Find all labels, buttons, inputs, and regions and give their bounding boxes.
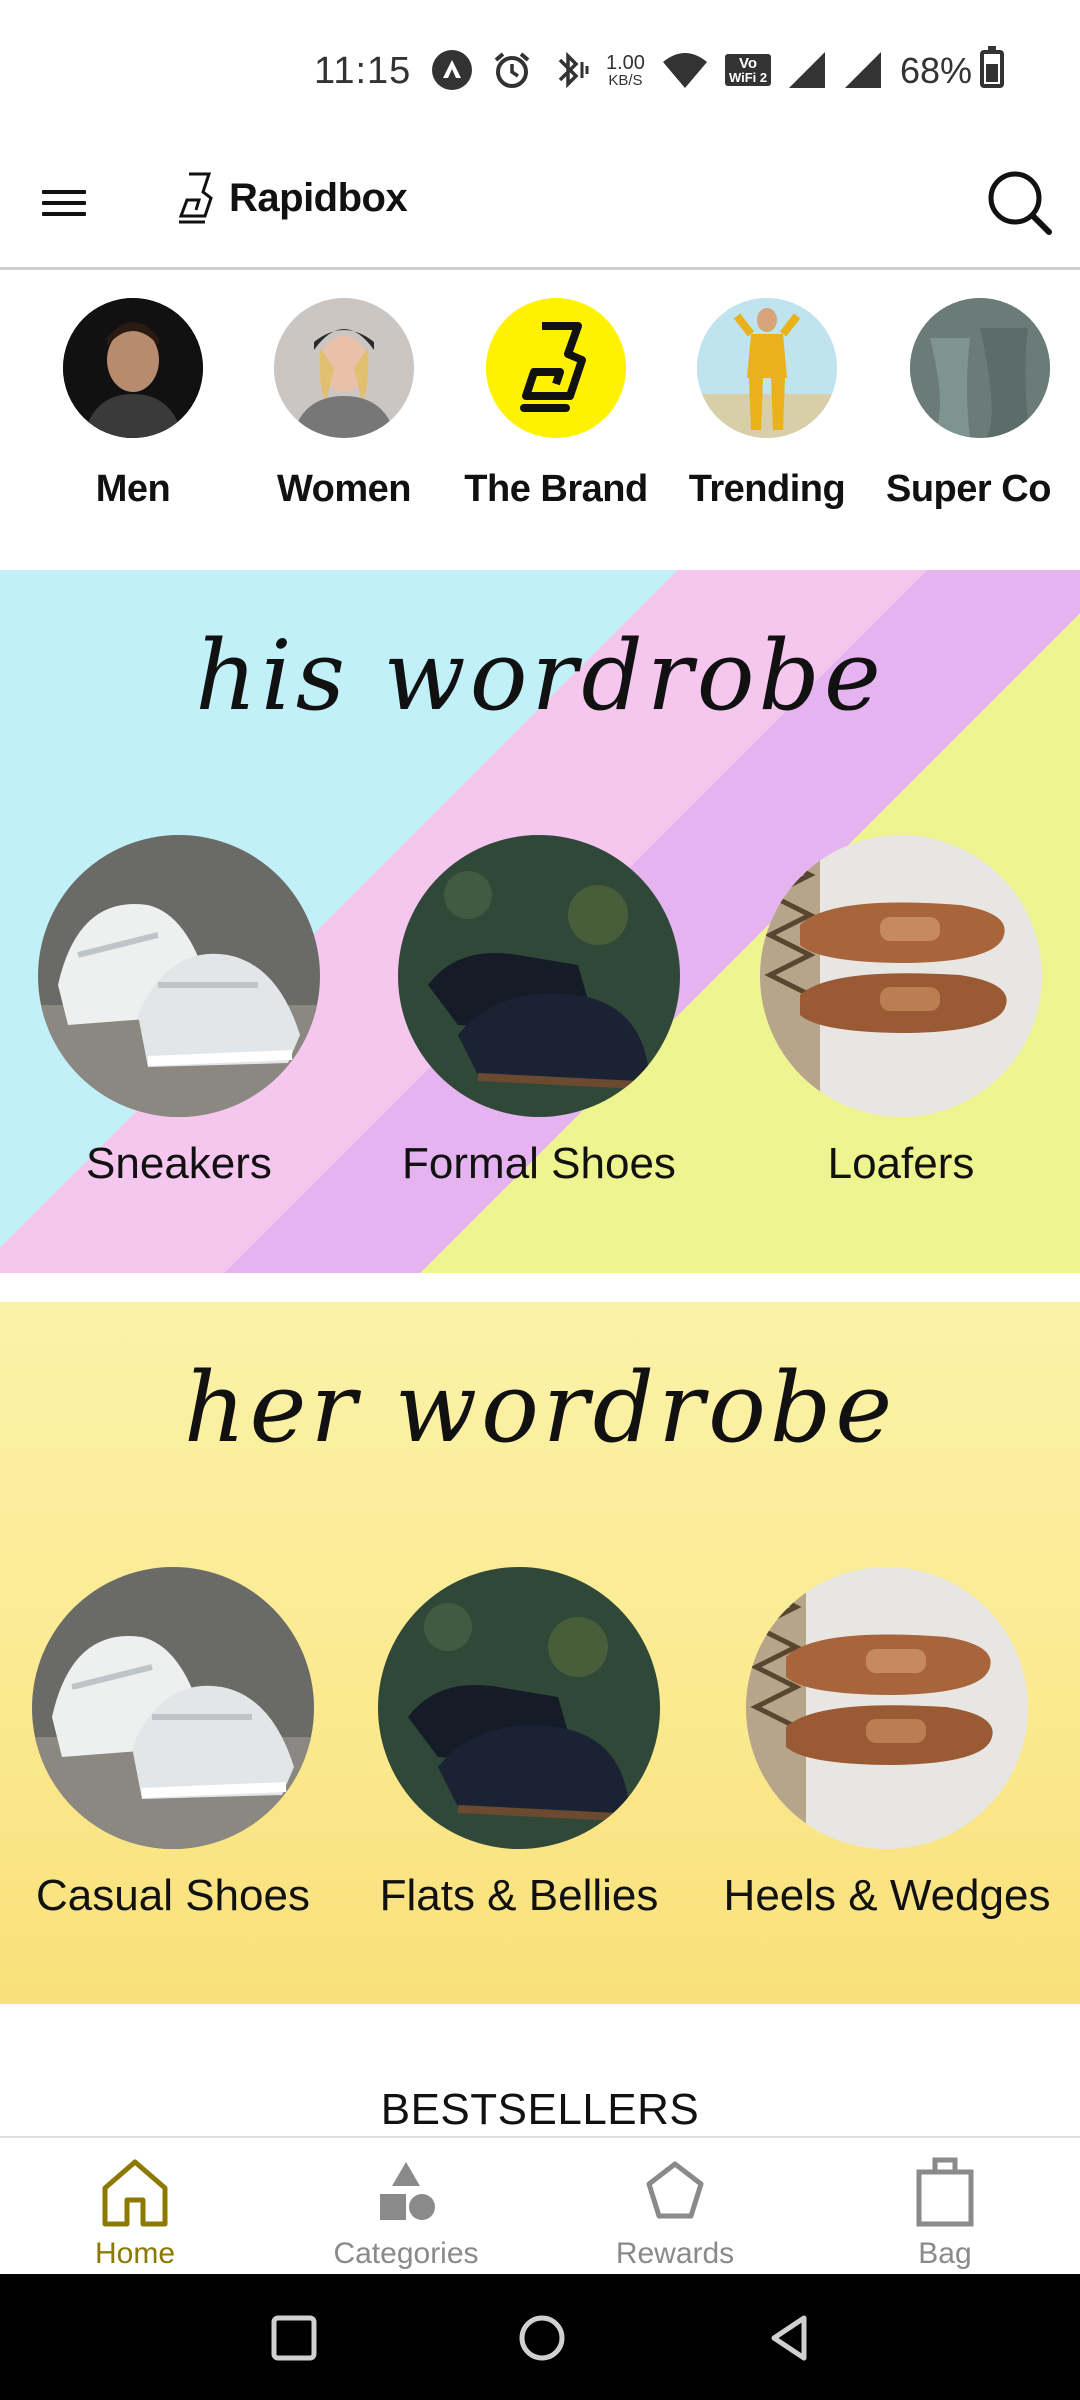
category-men[interactable]: Men <box>33 298 233 511</box>
bluetooth-vibrate-icon <box>558 51 589 89</box>
category-label: Men <box>95 468 171 510</box>
app-header: Rapidbox <box>0 140 1080 270</box>
his-wardrobe-section: his wordrobe Sneakers Formal Shoes Loafe… <box>0 570 1080 1273</box>
search-icon[interactable] <box>985 168 1055 238</box>
nav-categories[interactable]: Categories <box>306 2154 506 2271</box>
category-the-brand[interactable]: The Brand <box>456 298 656 511</box>
nav-home[interactable]: Home <box>35 2154 235 2271</box>
category-label: Trending <box>688 468 846 510</box>
category-women-image <box>274 298 414 438</box>
category-label: Women <box>276 468 412 510</box>
category-super-image <box>910 298 1050 438</box>
recent-apps-icon[interactable] <box>268 2312 320 2364</box>
back-icon[interactable] <box>764 2312 816 2364</box>
system-navigation-bar <box>0 2274 1080 2400</box>
nav-bag[interactable]: Bag <box>845 2154 1045 2271</box>
category-label: The Brand <box>464 468 648 510</box>
battery-percent: 68% <box>900 50 973 91</box>
product-label: Sneakers <box>86 1139 272 1188</box>
volte-label: Vo <box>738 55 758 72</box>
signal-icon-1 <box>789 52 826 88</box>
home-button-icon[interactable] <box>516 2312 568 2364</box>
bag-icon <box>916 2157 974 2227</box>
status-bar: 11:15 1.00 KB/S Vo WiFi 2 68% <box>0 0 1080 140</box>
home-icon <box>102 2159 168 2227</box>
category-trending-image <box>697 298 837 438</box>
bestsellers-heading: BESTSELLERS <box>380 2085 700 2134</box>
his-item-sneakers[interactable]: Sneakers <box>0 835 359 1189</box>
flats-bellies-image <box>378 1567 660 1849</box>
rewards-icon <box>646 2161 704 2219</box>
battery-icon <box>980 46 1004 88</box>
status-icons: 1.00 KB/S Vo WiFi 2 <box>430 48 883 92</box>
nav-label: Categories <box>333 2237 479 2270</box>
sneakers-image <box>38 835 320 1117</box>
product-label: Heels & Wedges <box>723 1871 1051 1920</box>
nav-label: Home <box>94 2237 176 2270</box>
heels-wedges-image <box>746 1567 1028 1849</box>
her-item-flats-bellies[interactable]: Flats & Bellies <box>339 1567 699 1921</box>
his-item-formal-shoes[interactable]: Formal Shoes <box>359 835 719 1189</box>
wifi-icon <box>662 53 707 88</box>
casual-shoes-image <box>32 1567 314 1849</box>
her-item-heels-wedges[interactable]: Heels & Wedges <box>707 1567 1067 1921</box>
nav-label: Rewards <box>615 2237 735 2270</box>
her-item-casual-shoes[interactable]: Casual Shoes <box>0 1567 353 1921</box>
bottom-navigation: Home Categories Rewards Bag <box>0 2136 1080 2274</box>
his-item-loafers[interactable]: Loafers <box>721 835 1080 1189</box>
categories-icon <box>380 2162 435 2220</box>
volte-wifi-badge: Vo WiFi 2 <box>724 54 772 86</box>
wifi-calling-label: WiFi 2 <box>728 70 768 85</box>
nav-rewards[interactable]: Rewards <box>575 2154 775 2271</box>
network-speed-value: 1.00 <box>606 51 645 74</box>
brand-logo[interactable]: Rapidbox <box>175 170 408 226</box>
product-label: Loafers <box>827 1139 975 1188</box>
brand-name: Rapidbox <box>229 175 408 220</box>
category-super-comfort[interactable]: Super Co <box>880 298 1080 511</box>
loafers-image <box>760 835 1042 1117</box>
network-speed: 1.00 KB/S <box>606 53 645 88</box>
logo-mark-icon <box>178 172 213 224</box>
her-wardrobe-title: her wordrobe <box>183 1352 897 1464</box>
clock: 11:15 <box>314 50 412 92</box>
category-carousel[interactable]: Men Women The Brand Trending Super Co <box>0 270 1080 570</box>
category-women[interactable]: Women <box>244 298 444 511</box>
product-label: Casual Shoes <box>36 1871 310 1920</box>
category-trending[interactable]: Trending <box>667 298 867 511</box>
formal-shoes-image <box>398 835 680 1117</box>
product-label: Flats & Bellies <box>379 1871 659 1920</box>
his-wardrobe-title: his wordrobe <box>195 620 885 732</box>
her-wardrobe-section: her wordrobe Casual Shoes Flats & Bellie… <box>0 1302 1080 2004</box>
category-brand-image <box>486 298 626 438</box>
network-speed-unit: KB/S <box>608 71 643 89</box>
hamburger-menu-icon[interactable] <box>40 178 90 228</box>
nav-app-icon <box>432 50 472 90</box>
product-label: Formal Shoes <box>402 1139 676 1188</box>
nav-label: Bag <box>918 2237 972 2270</box>
category-men-image <box>63 298 203 438</box>
alarm-icon <box>494 52 530 88</box>
signal-icon-2 <box>845 52 882 88</box>
category-label: Super Co <box>886 468 1051 510</box>
